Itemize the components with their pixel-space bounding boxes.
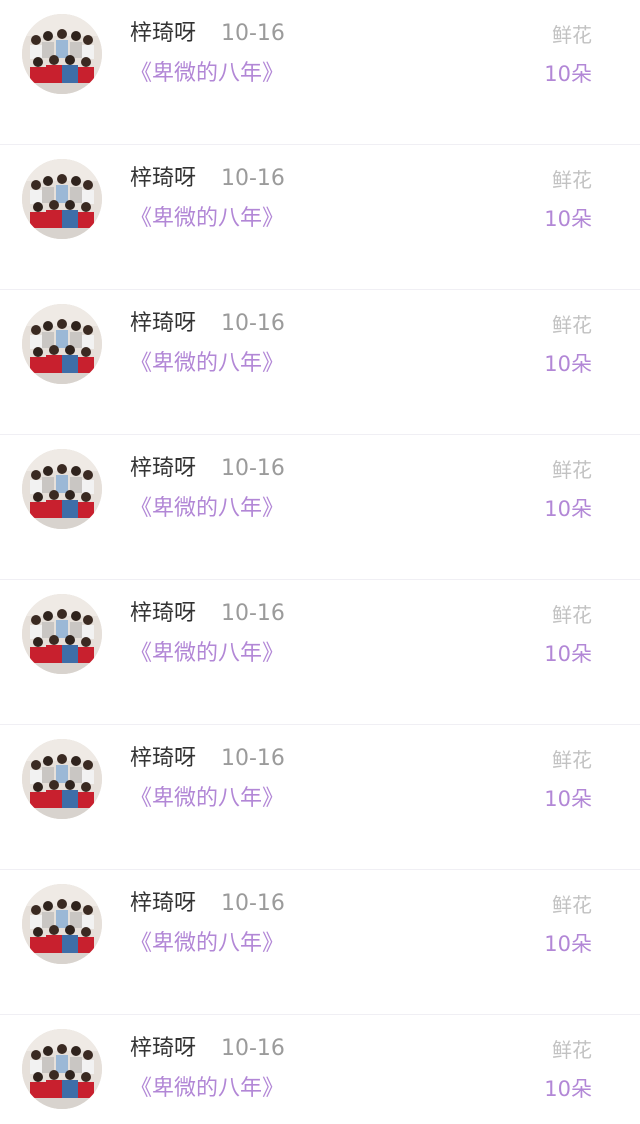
avatar[interactable] [22, 14, 102, 94]
user-name[interactable]: 梓琦呀 [130, 309, 196, 339]
gift-date: 10-16 [221, 456, 285, 481]
gift-type-label: 鲜花 [552, 168, 592, 192]
group-photo-image [22, 884, 102, 964]
avatar[interactable] [22, 1029, 102, 1109]
list-item[interactable]: 梓琦呀 10-16 《卑微的八年》 鲜花 10朵 [0, 580, 640, 725]
group-photo-image [22, 14, 102, 94]
book-title[interactable]: 《卑微的八年》 [130, 349, 284, 379]
gift-type-label: 鲜花 [552, 1038, 592, 1062]
user-name[interactable]: 梓琦呀 [130, 599, 196, 629]
avatar[interactable] [22, 884, 102, 964]
book-title[interactable]: 《卑微的八年》 [130, 929, 284, 959]
gift-type-label: 鲜花 [552, 23, 592, 47]
user-name[interactable]: 梓琦呀 [130, 164, 196, 194]
book-title[interactable]: 《卑微的八年》 [130, 639, 284, 669]
group-photo-image [22, 1029, 102, 1109]
book-title[interactable]: 《卑微的八年》 [130, 494, 284, 524]
gift-type-label: 鲜花 [552, 603, 592, 627]
user-name[interactable]: 梓琦呀 [130, 744, 196, 774]
gift-count: 10朵 [544, 207, 592, 231]
gift-count: 10朵 [544, 932, 592, 956]
book-title[interactable]: 《卑微的八年》 [130, 784, 284, 814]
gift-date: 10-16 [221, 1036, 285, 1061]
list-item[interactable]: 梓琦呀 10-16 《卑微的八年》 鲜花 10朵 [0, 145, 640, 290]
avatar[interactable] [22, 304, 102, 384]
gift-type-label: 鲜花 [552, 748, 592, 772]
gift-type-label: 鲜花 [552, 313, 592, 337]
gift-count: 10朵 [544, 352, 592, 376]
gift-count: 10朵 [544, 497, 592, 521]
gift-type-label: 鲜花 [552, 893, 592, 917]
book-title[interactable]: 《卑微的八年》 [130, 1074, 284, 1104]
user-name[interactable]: 梓琦呀 [130, 454, 196, 484]
group-photo-image [22, 304, 102, 384]
book-title[interactable]: 《卑微的八年》 [130, 59, 284, 89]
avatar[interactable] [22, 739, 102, 819]
list-item[interactable]: 梓琦呀 10-16 《卑微的八年》 鲜花 10朵 [0, 0, 640, 145]
gift-date: 10-16 [221, 601, 285, 626]
gift-date: 10-16 [221, 891, 285, 916]
book-title[interactable]: 《卑微的八年》 [130, 204, 284, 234]
user-name[interactable]: 梓琦呀 [130, 889, 196, 919]
gift-count: 10朵 [544, 1077, 592, 1101]
avatar[interactable] [22, 449, 102, 529]
avatar[interactable] [22, 159, 102, 239]
user-name[interactable]: 梓琦呀 [130, 1034, 196, 1064]
list-item[interactable]: 梓琦呀 10-16 《卑微的八年》 鲜花 10朵 [0, 870, 640, 1015]
gift-count: 10朵 [544, 62, 592, 86]
gift-count: 10朵 [544, 787, 592, 811]
avatar[interactable] [22, 594, 102, 674]
gift-date: 10-16 [221, 311, 285, 336]
gift-type-label: 鲜花 [552, 458, 592, 482]
group-photo-image [22, 594, 102, 674]
gift-record-list: 梓琦呀 10-16 《卑微的八年》 鲜花 10朵 梓琦呀 10-16 《卑微的八… [0, 0, 640, 1124]
list-item[interactable]: 梓琦呀 10-16 《卑微的八年》 鲜花 10朵 [0, 1015, 640, 1124]
gift-date: 10-16 [221, 21, 285, 46]
group-photo-image [22, 449, 102, 529]
gift-date: 10-16 [221, 166, 285, 191]
gift-date: 10-16 [221, 746, 285, 771]
user-name[interactable]: 梓琦呀 [130, 19, 196, 49]
list-item[interactable]: 梓琦呀 10-16 《卑微的八年》 鲜花 10朵 [0, 725, 640, 870]
group-photo-image [22, 159, 102, 239]
list-item[interactable]: 梓琦呀 10-16 《卑微的八年》 鲜花 10朵 [0, 435, 640, 580]
list-item[interactable]: 梓琦呀 10-16 《卑微的八年》 鲜花 10朵 [0, 290, 640, 435]
gift-count: 10朵 [544, 642, 592, 666]
group-photo-image [22, 739, 102, 819]
